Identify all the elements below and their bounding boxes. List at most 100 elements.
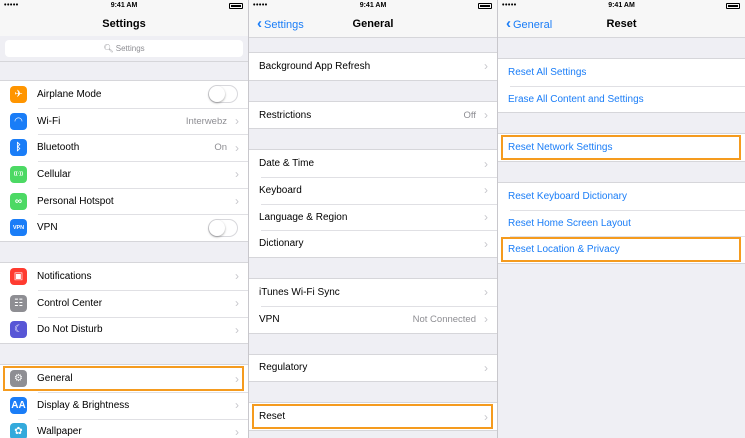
- row-personal-hotspot[interactable]: ∞ Personal Hotspot ›: [0, 187, 248, 215]
- row-itunes-wi-fi-sync[interactable]: iTunes Wi-Fi Sync ›: [249, 279, 497, 306]
- search-bar: 🔍︎ Settings: [0, 36, 248, 62]
- settings-group: ✈ Airplane Mode ◠ Wi-Fi Interwebz › ᛒ Bluetooth…: [0, 80, 248, 243]
- general-panel: ••••• 9:41 AM ‹ Settings General Backgrou…: [249, 0, 497, 438]
- row-control-center[interactable]: ☷ Control Center ›: [0, 289, 248, 317]
- chevron-right-icon: ›: [235, 194, 239, 209]
- section-gap: [249, 258, 497, 279]
- status-bar: ••••• 9:41 AM: [0, 0, 248, 12]
- chevron-right-icon: ›: [235, 371, 239, 386]
- display-icon: AA: [10, 396, 27, 414]
- row-bluetooth[interactable]: ᛒ Bluetooth On ›: [0, 134, 248, 161]
- settings-group: iTunes Wi-Fi Sync › VPN Not Connected ›: [249, 278, 497, 334]
- gear-icon: ⚙: [10, 370, 27, 388]
- row-label: Airplane Mode: [37, 88, 102, 100]
- nav-bar: ‹ General Reset: [498, 12, 745, 38]
- chevron-right-icon: ›: [484, 360, 488, 375]
- row-value: Off: [463, 109, 477, 121]
- page-title: General: [352, 18, 394, 30]
- row-label: Reset All Settings: [508, 66, 587, 78]
- airplane-icon: ✈: [10, 85, 27, 103]
- chevron-right-icon: ›: [484, 59, 488, 74]
- hotspot-icon: ∞: [10, 192, 27, 210]
- row-reset-keyboard-dictionary[interactable]: Reset Keyboard Dictionary: [498, 183, 745, 210]
- page-title: Settings: [102, 18, 146, 30]
- row-reset-location-and-privacy[interactable]: Reset Location & Privacy: [498, 236, 745, 263]
- row-reset-all-settings[interactable]: Reset All Settings: [498, 59, 745, 86]
- row-erase-all-content-and-settings[interactable]: Erase All Content and Settings: [498, 85, 745, 113]
- row-label: VPN: [37, 222, 58, 234]
- settings-group: Reset ›: [249, 402, 497, 431]
- toggle-switch[interactable]: [208, 85, 238, 104]
- section-gap: [498, 113, 745, 134]
- row-background-app-refresh[interactable]: Background App Refresh ›: [249, 53, 497, 80]
- moon-icon: ☾: [10, 321, 27, 339]
- chevron-right-icon: ›: [484, 183, 488, 198]
- row-label: Erase All Content and Settings: [508, 93, 644, 105]
- settings-group: Background App Refresh ›: [249, 52, 497, 81]
- row-label: Restrictions: [259, 109, 312, 121]
- row-label: Reset: [259, 411, 286, 423]
- nav-bar: ‹ Settings General: [249, 12, 497, 38]
- row-label: iTunes Wi-Fi Sync: [259, 286, 340, 298]
- row-reset-network-settings[interactable]: Reset Network Settings: [498, 134, 745, 161]
- row-regulatory[interactable]: Regulatory ›: [249, 355, 497, 382]
- row-vpn[interactable]: VPN Not Connected ›: [249, 305, 497, 333]
- row-value: On: [214, 142, 227, 154]
- section-gap: [249, 382, 497, 403]
- chevron-right-icon: ›: [484, 312, 488, 327]
- row-reset-home-screen-layout[interactable]: Reset Home Screen Layout: [498, 209, 745, 237]
- chevron-right-icon: ›: [484, 156, 488, 171]
- row-airplane-mode[interactable]: ✈ Airplane Mode: [0, 81, 248, 108]
- section-gap: [0, 62, 248, 80]
- chevron-right-icon: ›: [235, 114, 239, 129]
- row-notifications[interactable]: ▣ Notifications ›: [0, 263, 248, 290]
- row-label: General: [37, 373, 73, 385]
- row-value: Not Connected: [412, 313, 476, 325]
- settings-group: Date & Time › Keyboard › Language & Region › D…: [249, 149, 497, 259]
- battery-icon: [726, 3, 740, 9]
- row-cellular[interactable]: ((·)) Cellular ›: [0, 161, 248, 188]
- row-dictionary[interactable]: Dictionary ›: [249, 230, 497, 257]
- row-language-and-region[interactable]: Language & Region ›: [249, 203, 497, 231]
- reset-panel: ••••• 9:41 AM ‹ General Reset Reset All S…: [498, 0, 745, 438]
- settings-group: Reset Keyboard Dictionary Reset Home Scre…: [498, 182, 745, 265]
- row-general[interactable]: ⚙ General ›: [0, 365, 248, 392]
- section-gap: [249, 333, 497, 354]
- status-time: 9:41 AM: [608, 2, 635, 9]
- wifi-icon: ◠: [10, 112, 27, 130]
- row-wi-fi[interactable]: ◠ Wi-Fi Interwebz ›: [0, 107, 248, 135]
- row-label: Reset Network Settings: [508, 142, 613, 154]
- section-gap: [249, 80, 497, 101]
- vpn-icon: VPN: [10, 219, 27, 237]
- row-date-and-time[interactable]: Date & Time ›: [249, 150, 497, 177]
- section-gap: [498, 162, 745, 183]
- row-value: Interwebz: [185, 115, 227, 127]
- chevron-right-icon: ›: [235, 322, 239, 337]
- chevron-right-icon: ›: [235, 424, 239, 438]
- search-input[interactable]: 🔍︎ Settings: [5, 40, 243, 57]
- search-icon: 🔍︎: [103, 44, 116, 53]
- row-wallpaper[interactable]: ✿ Wallpaper ›: [0, 418, 248, 438]
- row-label: Notifications: [37, 270, 92, 282]
- row-display-and-brightness[interactable]: AA Display & Brightness ›: [0, 391, 248, 419]
- row-keyboard[interactable]: Keyboard ›: [249, 177, 497, 204]
- row-restrictions[interactable]: Restrictions Off ›: [249, 102, 497, 129]
- settings-group: ⚙ General › AA Display & Brightness › ✿ Wallpap…: [0, 364, 248, 438]
- row-label: Wi-Fi: [37, 115, 61, 127]
- notifications-icon: ▣: [10, 267, 27, 285]
- row-reset[interactable]: Reset ›: [249, 403, 497, 430]
- chevron-right-icon: ›: [235, 167, 239, 182]
- row-label: Regulatory: [259, 362, 308, 374]
- row-label: Reset Home Screen Layout: [508, 217, 631, 229]
- row-vpn[interactable]: VPN VPN: [0, 214, 248, 241]
- row-label: Personal Hotspot: [37, 195, 114, 207]
- chevron-right-icon: ›: [484, 409, 488, 424]
- chevron-right-icon: ›: [235, 296, 239, 311]
- control-center-icon: ☷: [10, 294, 27, 312]
- row-label: Display & Brightness: [37, 399, 130, 411]
- chevron-right-icon: ›: [484, 236, 488, 251]
- settings-group: Reset Network Settings: [498, 133, 745, 163]
- toggle-switch[interactable]: [208, 218, 238, 237]
- row-do-not-disturb[interactable]: ☾ Do Not Disturb ›: [0, 316, 248, 344]
- row-label: VPN: [259, 313, 280, 325]
